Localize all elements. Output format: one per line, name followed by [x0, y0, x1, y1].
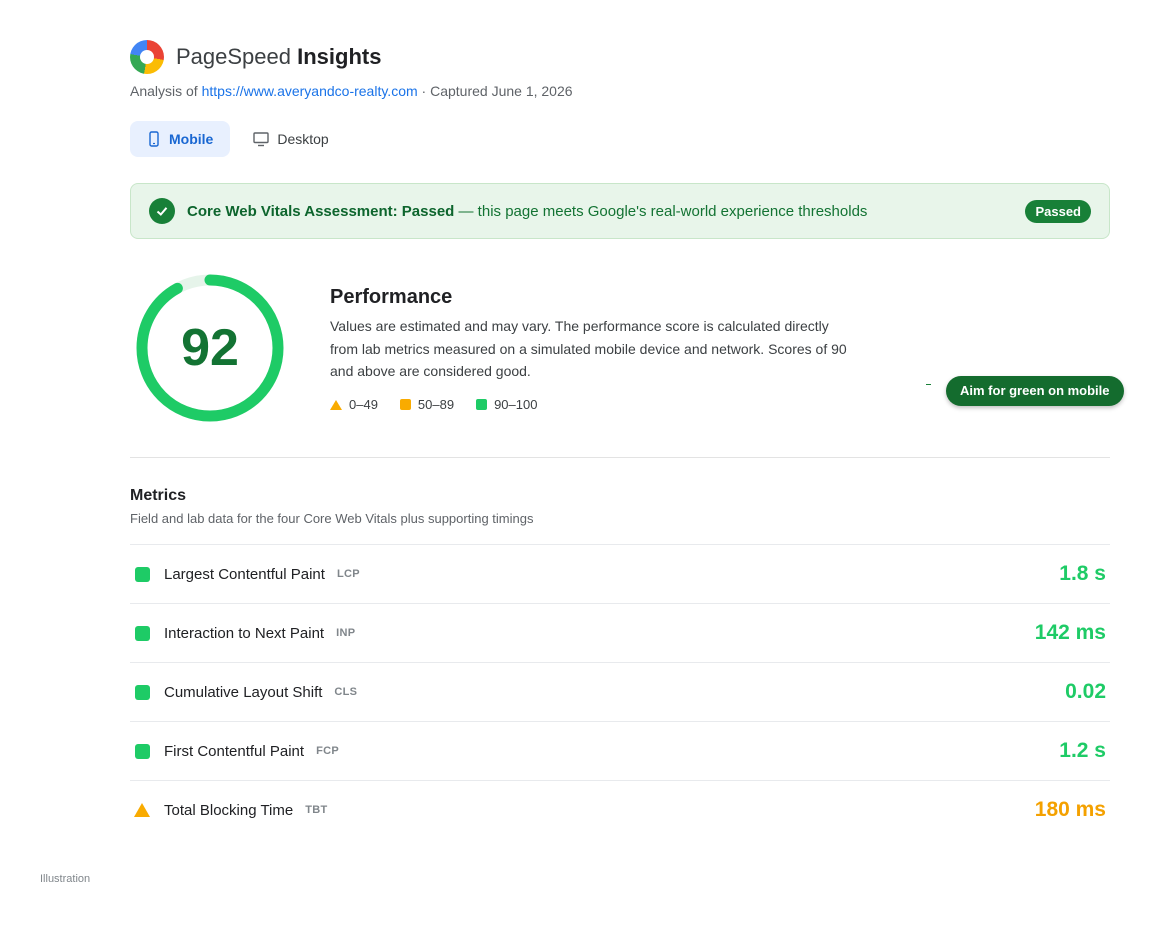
metric-value: 0.02	[1065, 680, 1106, 703]
cwv-title: Core Web Vitals Assessment: Passed	[187, 202, 455, 220]
title-light: PageSpeed	[176, 44, 291, 69]
metric-value: 1.2 s	[1059, 739, 1106, 762]
check-icon	[149, 198, 175, 224]
good-square-icon	[134, 566, 150, 582]
cwv-description: — this page meets Google's real-world ex…	[458, 202, 868, 220]
legend-label-poor: 0–49	[349, 397, 378, 412]
page-header: PageSpeed Insights	[130, 40, 381, 74]
performance-description: Values are estimated and may vary. The p…	[330, 318, 847, 379]
legend-label-average: 50–89	[417, 397, 455, 412]
tab-mobile[interactable]: Mobile	[130, 121, 231, 157]
title-bold: Insights	[297, 44, 382, 69]
metric-row-cls: Cumulative Layout Shift CLS 0.02	[130, 662, 1110, 721]
metric-name: Interaction to Next Paint	[164, 624, 325, 642]
legend-item-poor: 0–49	[330, 397, 378, 412]
tab-mobile-label: Mobile	[169, 131, 214, 147]
status-badge: Passed	[1025, 200, 1091, 223]
good-square-icon	[134, 625, 150, 641]
metric-name: First Contentful Paint	[164, 742, 305, 760]
analysis-subline: Analysis of https://www.averyandco-realt…	[130, 83, 573, 99]
monitor-icon	[253, 131, 270, 147]
performance-score-gauge: 92	[134, 272, 286, 424]
square-icon	[476, 399, 488, 410]
performance-heading: Performance	[330, 286, 453, 308]
metric-abbr: CLS	[334, 686, 358, 698]
tab-desktop-label: Desktop	[277, 131, 329, 147]
metric-value: 180 ms	[1034, 798, 1106, 821]
page-title: PageSpeed Insights	[176, 44, 381, 70]
metric-row-lcp: Largest Contentful Paint LCP 1.8 s	[130, 544, 1110, 603]
aim-green-callout: Aim for green on mobile	[946, 376, 1124, 406]
metric-row-tbt: Total Blocking Time TBT 180 ms	[130, 780, 1110, 839]
device-tabs: Mobile Desktop	[130, 121, 346, 157]
metric-value: 142 ms	[1034, 621, 1106, 644]
score-legend: 0–49 50–89 90–100	[330, 397, 537, 412]
metric-value: 1.8 s	[1059, 562, 1106, 585]
good-square-icon	[134, 743, 150, 759]
cwv-assessment-banner: Core Web Vitals Assessment: Passed — thi…	[130, 183, 1110, 239]
phone-icon	[147, 131, 161, 147]
pagespeed-logo	[130, 40, 164, 74]
metrics-list: Largest Contentful Paint LCP 1.8 s Inter…	[130, 544, 1110, 839]
legend-item-average: 50–89	[399, 397, 455, 412]
captured-date: · Captured June 1, 2026	[421, 83, 573, 99]
section-divider	[130, 457, 1110, 458]
metric-row-fcp: First Contentful Paint FCP 1.2 s	[130, 721, 1110, 780]
good-square-icon	[134, 684, 150, 700]
legend-item-good: 90–100	[476, 397, 537, 412]
tab-desktop[interactable]: Desktop	[236, 121, 345, 157]
metrics-heading: Metrics	[130, 487, 187, 504]
square-icon	[399, 399, 411, 410]
warning-triangle-icon	[134, 803, 150, 817]
metric-abbr: LCP	[336, 568, 360, 580]
metrics-subtitle: Field and lab data for the four Core Web…	[130, 511, 534, 526]
legend-label-good: 90–100	[494, 397, 538, 412]
performance-score: 92	[181, 319, 239, 377]
metric-abbr: FCP	[316, 745, 339, 757]
metric-row-inp: Interaction to Next Paint INP 142 ms	[130, 603, 1110, 662]
analyzed-url-link[interactable]: https://www.averyandco-realty.com	[202, 83, 418, 99]
metric-name: Largest Contentful Paint	[164, 565, 325, 583]
analysis-prefix: Analysis of	[130, 83, 198, 99]
metric-abbr: INP	[336, 627, 356, 639]
metric-abbr: TBT	[305, 804, 328, 816]
metric-name: Cumulative Layout Shift	[164, 683, 323, 701]
callout-connector	[926, 384, 931, 385]
illustration-note: Illustration	[40, 873, 91, 885]
triangle-icon	[330, 399, 342, 410]
cwv-assessment-text: Core Web Vitals Assessment: Passed — thi…	[187, 203, 867, 220]
metric-name: Total Blocking Time	[164, 801, 294, 819]
